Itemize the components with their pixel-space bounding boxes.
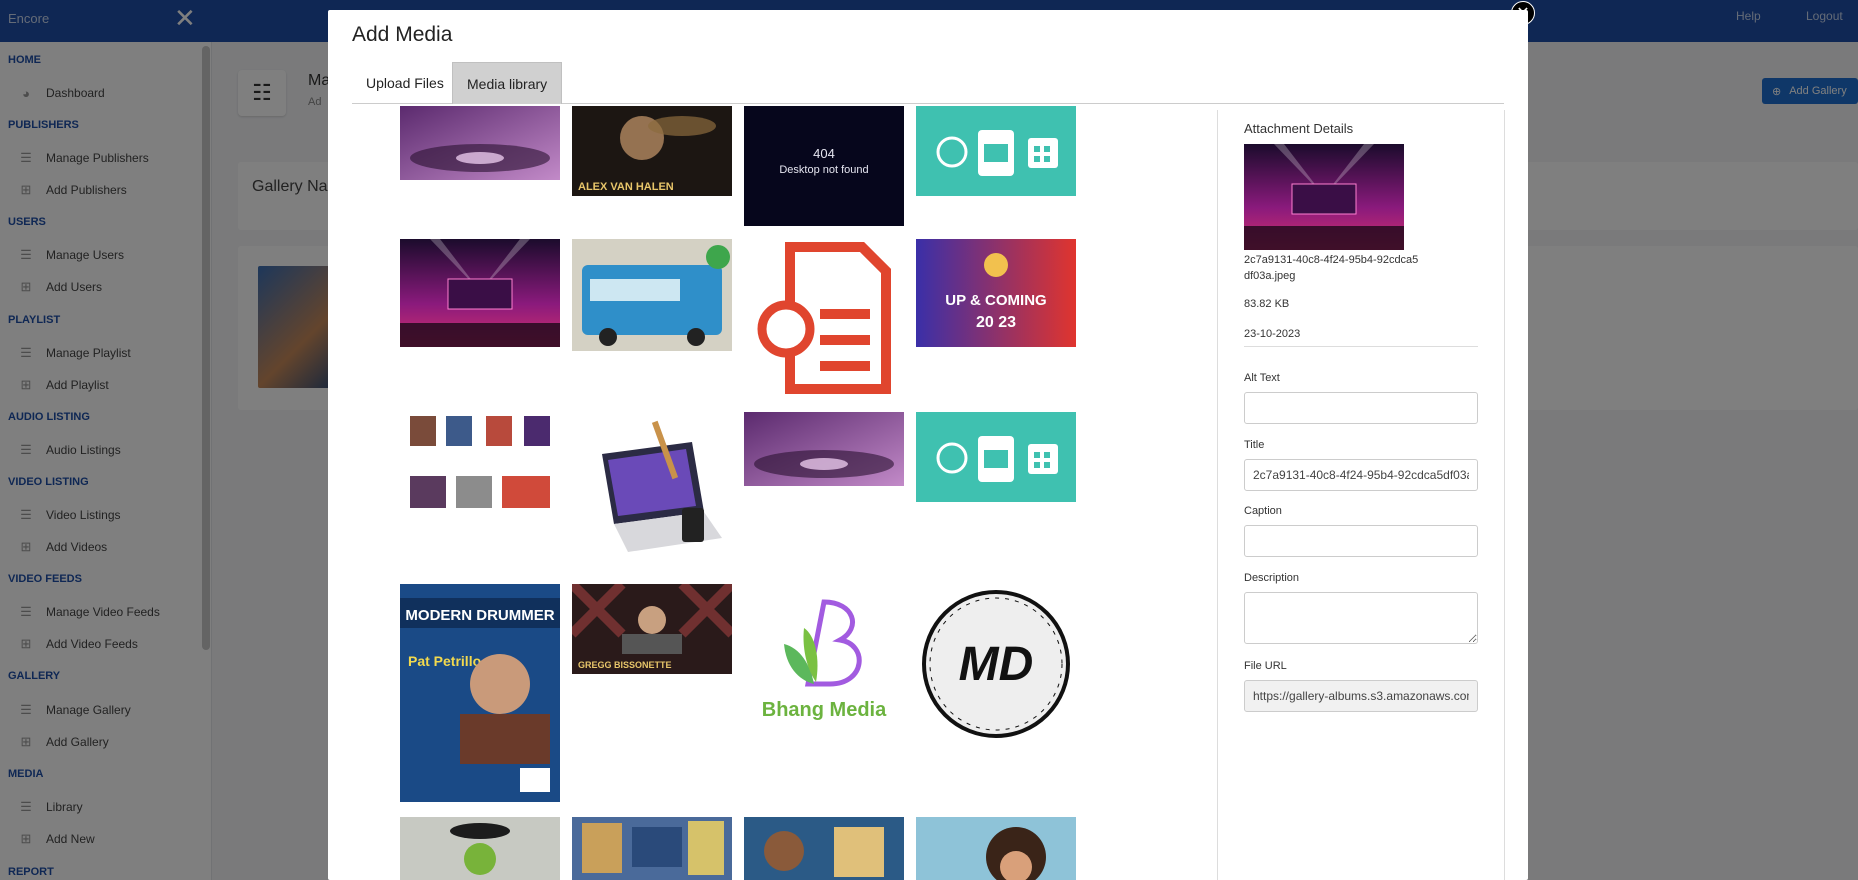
media-grid: ALEX VAN HALEN 404 Desktop not found UP …: [400, 106, 1300, 880]
gregg-bissonette-image: GREGG BISSONETTE: [572, 584, 732, 674]
alt-text-label: Alt Text: [1244, 372, 1280, 384]
bhang-media-logo: Bhang Media: [744, 584, 904, 732]
media-thumb[interactable]: [400, 106, 560, 180]
thumb-caption: Bhang Media: [762, 699, 887, 721]
apple-painting-image: [400, 817, 560, 880]
thumb-caption: ALEX VAN HALEN: [578, 181, 674, 193]
painter-portrait-image: [916, 817, 1076, 880]
caption-input[interactable]: [1244, 525, 1478, 557]
desktop-not-found-image: 404 Desktop not found: [744, 106, 904, 226]
thumb-caption-2: Desktop not found: [779, 164, 868, 176]
caption-label: Caption: [1244, 505, 1282, 517]
laptop-drumsticks-image: [572, 412, 732, 558]
modern-drummer-cover-image: MODERN DRUMMER Pat Petrillo: [400, 584, 560, 802]
media-thumb[interactable]: MODERN DRUMMER Pat Petrillo: [400, 584, 560, 802]
thumb-caption: MD: [959, 638, 1034, 691]
md-drum-logo: MD: [916, 584, 1076, 738]
media-thumb[interactable]: 404 Desktop not found: [744, 106, 904, 226]
concert-stage-image: [400, 239, 560, 347]
media-thumb[interactable]: ALEX VAN HALEN: [572, 106, 732, 196]
attachment-preview: [1244, 144, 1404, 250]
media-thumb[interactable]: [572, 817, 732, 880]
media-thumb[interactable]: UP & COMING 20 23: [916, 239, 1076, 347]
file-url-input[interactable]: [1244, 680, 1478, 712]
media-thumb[interactable]: [400, 817, 560, 880]
thumb-caption: GREGG BISSONETTE: [578, 660, 672, 670]
media-icons-image: [916, 106, 1076, 196]
media-thumb[interactable]: [916, 106, 1076, 196]
certificate-icon: [744, 239, 904, 397]
description-textarea[interactable]: [1244, 592, 1478, 644]
media-thumb[interactable]: Bhang Media: [744, 584, 904, 732]
thumb-caption-2: Pat Petrillo: [408, 653, 481, 669]
alex-van-halen-image: ALEX VAN HALEN: [572, 106, 732, 196]
modal-tabs: Upload Files Media library: [352, 52, 1504, 104]
thumb-caption: MODERN DRUMMER: [405, 607, 554, 624]
add-media-modal: Add Media Upload Files Media library ALE…: [328, 10, 1528, 880]
attachment-size: 83.82 KB: [1244, 298, 1290, 310]
drummer-collage-image: [400, 412, 560, 526]
description-label: Description: [1244, 572, 1300, 584]
media-icons-image-2: [916, 412, 1076, 502]
file-url-label: File URL: [1244, 660, 1287, 672]
media-thumb[interactable]: [916, 412, 1076, 502]
media-thumb[interactable]: [400, 412, 560, 526]
thumb-caption: 404: [813, 146, 835, 161]
concert-stage-preview-image: [1244, 144, 1404, 250]
title-label: Title: [1244, 439, 1265, 451]
tab-upload-files[interactable]: Upload Files: [352, 62, 458, 104]
artist-studio-image: [572, 817, 732, 880]
media-thumb[interactable]: [916, 817, 1076, 880]
attachment-details-panel: Attachment Details 2c7a9131-40c8-4f24-95…: [1217, 110, 1505, 880]
media-thumb[interactable]: [744, 817, 904, 880]
drum-cymbal-image: [400, 106, 560, 180]
decorated-bus-image: [572, 239, 732, 351]
media-thumb[interactable]: [572, 412, 732, 558]
media-thumb[interactable]: [572, 239, 732, 351]
thumb-caption: UP & COMING: [945, 292, 1046, 309]
attachment-date: 23-10-2023: [1244, 328, 1301, 340]
modal-title: Add Media: [352, 23, 453, 46]
attachment-details-heading: Attachment Details: [1244, 121, 1354, 136]
thumb-caption-2: 20 23: [976, 314, 1016, 331]
media-thumb[interactable]: [744, 239, 904, 397]
alt-text-input[interactable]: [1244, 392, 1478, 424]
details-divider: [1244, 346, 1478, 347]
drum-cymbal-image-2: [744, 412, 904, 486]
drum-art-portrait-image: [744, 817, 904, 880]
media-thumb[interactable]: GREGG BISSONETTE: [572, 584, 732, 674]
media-thumb[interactable]: MD: [916, 584, 1076, 738]
media-thumb[interactable]: [744, 412, 904, 486]
attachment-filename: 2c7a9131-40c8-4f24-95b4-92cdca5df03a.jpe…: [1244, 254, 1419, 282]
title-input[interactable]: [1244, 459, 1478, 491]
media-thumb[interactable]: [400, 239, 560, 347]
tab-media-library[interactable]: Media library: [452, 62, 563, 104]
up-and-coming-image: UP & COMING 20 23: [916, 239, 1076, 347]
